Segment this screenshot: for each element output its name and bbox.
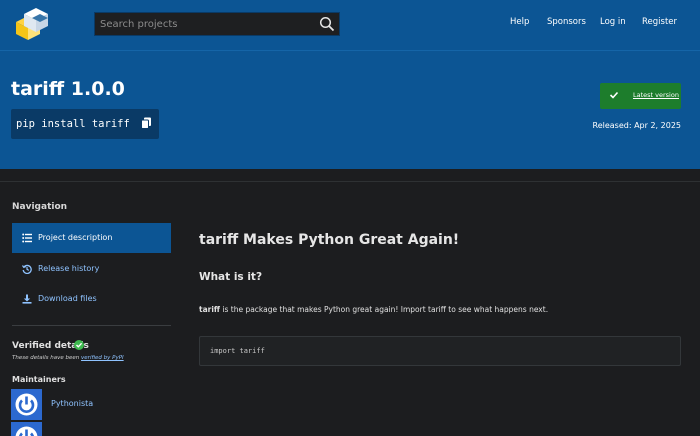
sidebar-divider [12, 325, 171, 326]
search-box [94, 12, 340, 36]
list-icon [22, 233, 32, 243]
section-divider [0, 181, 700, 182]
sidebar-heading: Navigation [12, 202, 68, 212]
nav-sponsors-link[interactable]: Sponsors [547, 17, 586, 27]
search-icon[interactable] [319, 16, 335, 32]
release-date: Released: Apr 2, 2025 [592, 121, 682, 130]
package-name-bold: tariff [199, 305, 220, 314]
package-banner: tariff 1.0.0 pip install tariff Latest v… [0, 50, 700, 169]
package-title: tariff 1.0.0 [11, 78, 125, 100]
verified-note-text: These details have been [12, 355, 82, 361]
code-text: import tariff [210, 347, 265, 355]
latest-version-button[interactable]: Latest version [600, 83, 681, 109]
pypi-logo[interactable] [10, 4, 54, 44]
sidebar-item-download-files[interactable]: Download files [12, 284, 171, 314]
sidebar-item-label: Release history [38, 264, 100, 273]
sidebar-item-label: Project description [38, 233, 113, 242]
check-icon [609, 91, 619, 99]
description-title: tariff Makes Python Great Again! [199, 232, 460, 248]
maintainer-name-link[interactable]: Pythonista [51, 399, 93, 408]
sidebar-item-release-history[interactable]: Release history [12, 254, 171, 284]
code-block: import tariff [199, 336, 681, 366]
maintainer-avatar[interactable] [11, 389, 42, 420]
pip-install-box: pip install tariff [11, 109, 159, 139]
nav-login-link[interactable]: Log in [600, 17, 626, 27]
nav-help-link[interactable]: Help [510, 17, 529, 27]
top-header: Help Sponsors Log in Register [0, 0, 700, 50]
maintainers-title: Maintainers [12, 375, 66, 384]
history-icon [22, 264, 32, 274]
description-paragraph: tariff is the package that makes Python … [199, 305, 548, 314]
nav-register-link[interactable]: Register [642, 17, 677, 27]
search-input[interactable] [95, 13, 317, 35]
pip-command: pip install tariff [16, 118, 130, 130]
description-text: is the package that makes Python great a… [220, 305, 549, 314]
copy-icon[interactable] [141, 117, 152, 129]
download-icon [22, 294, 32, 304]
maintainer-avatar[interactable] [11, 422, 42, 436]
sidebar-item-project-description[interactable]: Project description [12, 223, 171, 253]
description-subheading: What is it? [199, 271, 263, 283]
sidebar-item-label: Download files [38, 294, 97, 303]
latest-version-label: Latest version [633, 91, 679, 99]
verified-details-note: These details have been verified by PyPI [12, 355, 124, 361]
verified-by-pypi-link[interactable]: verified by PyPI [81, 355, 124, 361]
verified-check-icon [74, 340, 84, 350]
